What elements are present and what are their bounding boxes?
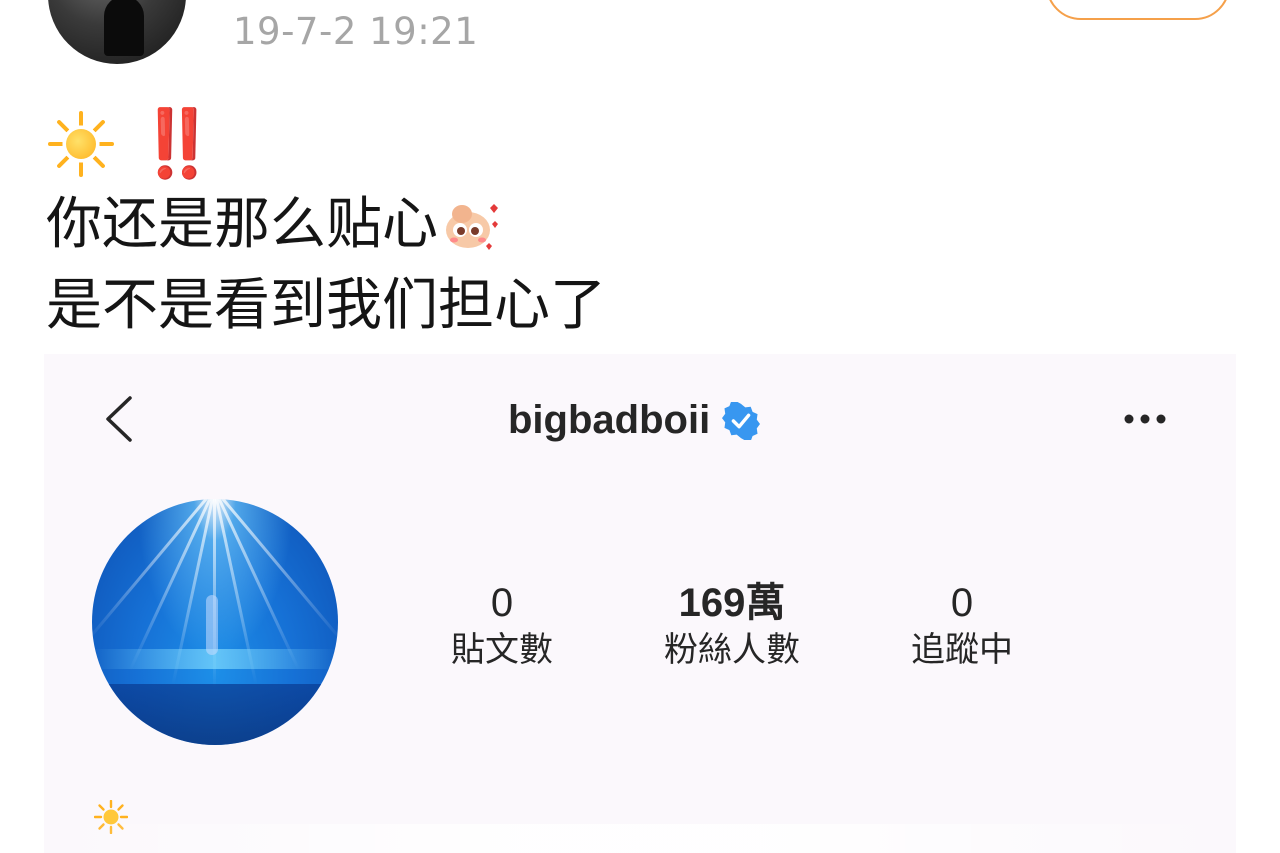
stat-posts-value: 0 (490, 581, 514, 625)
verified-badge-icon (722, 401, 761, 440)
post-text: 你还是那么贴心 (46, 192, 438, 257)
back-chevron-icon (106, 396, 132, 442)
follow-button[interactable] (1046, 0, 1230, 20)
profile-username: bigbadboii (508, 398, 711, 442)
more-options-icon[interactable] (1122, 412, 1168, 426)
poster-avatar[interactable] (48, 0, 186, 64)
weibo-post: 19-7-2 19:21 ‼️ 你还是那么贴心 是不是看到我们担心了 bigba… (0, 0, 1280, 853)
double-exclamation-icon: ‼️ (136, 105, 218, 182)
avatar-figure (104, 0, 144, 56)
emoji-line: ‼️ (46, 105, 218, 182)
stat-following-value: 0 (950, 581, 974, 625)
stat-followers[interactable]: 169萬 粉絲人數 (664, 580, 800, 674)
sun-icon (46, 109, 116, 179)
post-text-line-1: 你还是那么贴心 (46, 193, 502, 257)
stat-posts[interactable]: 0 貼文數 (451, 580, 553, 674)
profile-avatar[interactable] (92, 499, 338, 745)
profile-header: bigbadboii (508, 398, 761, 443)
post-timestamp: 19-7-2 19:21 (233, 10, 479, 53)
stat-following[interactable]: 0 追蹤中 (911, 580, 1013, 674)
stat-followers-label: 粉絲人數 (664, 630, 800, 670)
stat-posts-label: 貼文數 (451, 630, 553, 670)
embedded-screenshot[interactable]: bigbadboii 0 貼文數 169萬 粉絲人數 0 追蹤中 (44, 354, 1236, 853)
post-text-line-2: 是不是看到我们担心了 (46, 273, 606, 338)
cute-sticker-icon (446, 204, 498, 250)
stat-followers-value: 169萬 (678, 581, 786, 625)
stat-following-label: 追蹤中 (911, 630, 1013, 670)
blurred-bio-area (44, 824, 1236, 853)
